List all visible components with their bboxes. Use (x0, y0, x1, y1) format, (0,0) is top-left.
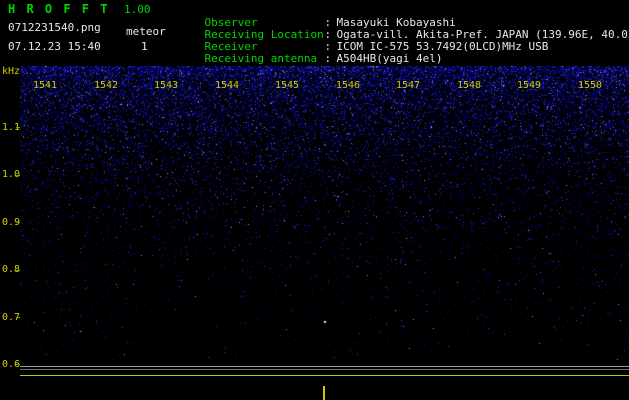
time-label-1548: 1548 (457, 80, 482, 91)
freq-axis-unit: kHz (2, 66, 21, 77)
info-colon: : (324, 52, 332, 65)
time-label-1549: 1549 (517, 80, 542, 91)
info-value: A504HB(yagi 4el) (336, 52, 443, 65)
time-label-1544: 1544 (215, 80, 240, 91)
freq-tick (16, 222, 20, 223)
time-label-1541: 1541 (33, 80, 58, 91)
hrofft-screen: H R O F F T 1.00 0712231540.png meteor 0… (0, 0, 629, 400)
freq-tick (16, 127, 20, 128)
freq-tick (16, 317, 20, 318)
level-line-yellow (20, 375, 629, 376)
level-line-middle (20, 369, 629, 370)
time-label-1546: 1546 (336, 80, 361, 91)
level-line-upper (20, 366, 629, 367)
freq-tick (16, 270, 20, 271)
time-label-1543: 1543 (154, 80, 179, 91)
info-label: Receiving antenna (204, 52, 318, 65)
freq-tick (16, 175, 20, 176)
time-label-1550: 1550 (578, 80, 603, 91)
bottom-center-tick (323, 386, 325, 400)
count: 1 (141, 40, 148, 53)
datetime: 07.12.23 15:40 (8, 40, 101, 53)
filename: 0712231540.png (8, 21, 101, 34)
app-title: H R O F F T (8, 2, 110, 16)
freq-tick (16, 364, 20, 365)
app-version: 1.00 (124, 3, 151, 16)
spectrogram-canvas (20, 66, 629, 360)
time-label-1545: 1545 (275, 80, 300, 91)
time-label-1542: 1542 (94, 80, 119, 91)
time-label-1547: 1547 (396, 80, 421, 91)
mode-label: meteor (126, 25, 166, 38)
